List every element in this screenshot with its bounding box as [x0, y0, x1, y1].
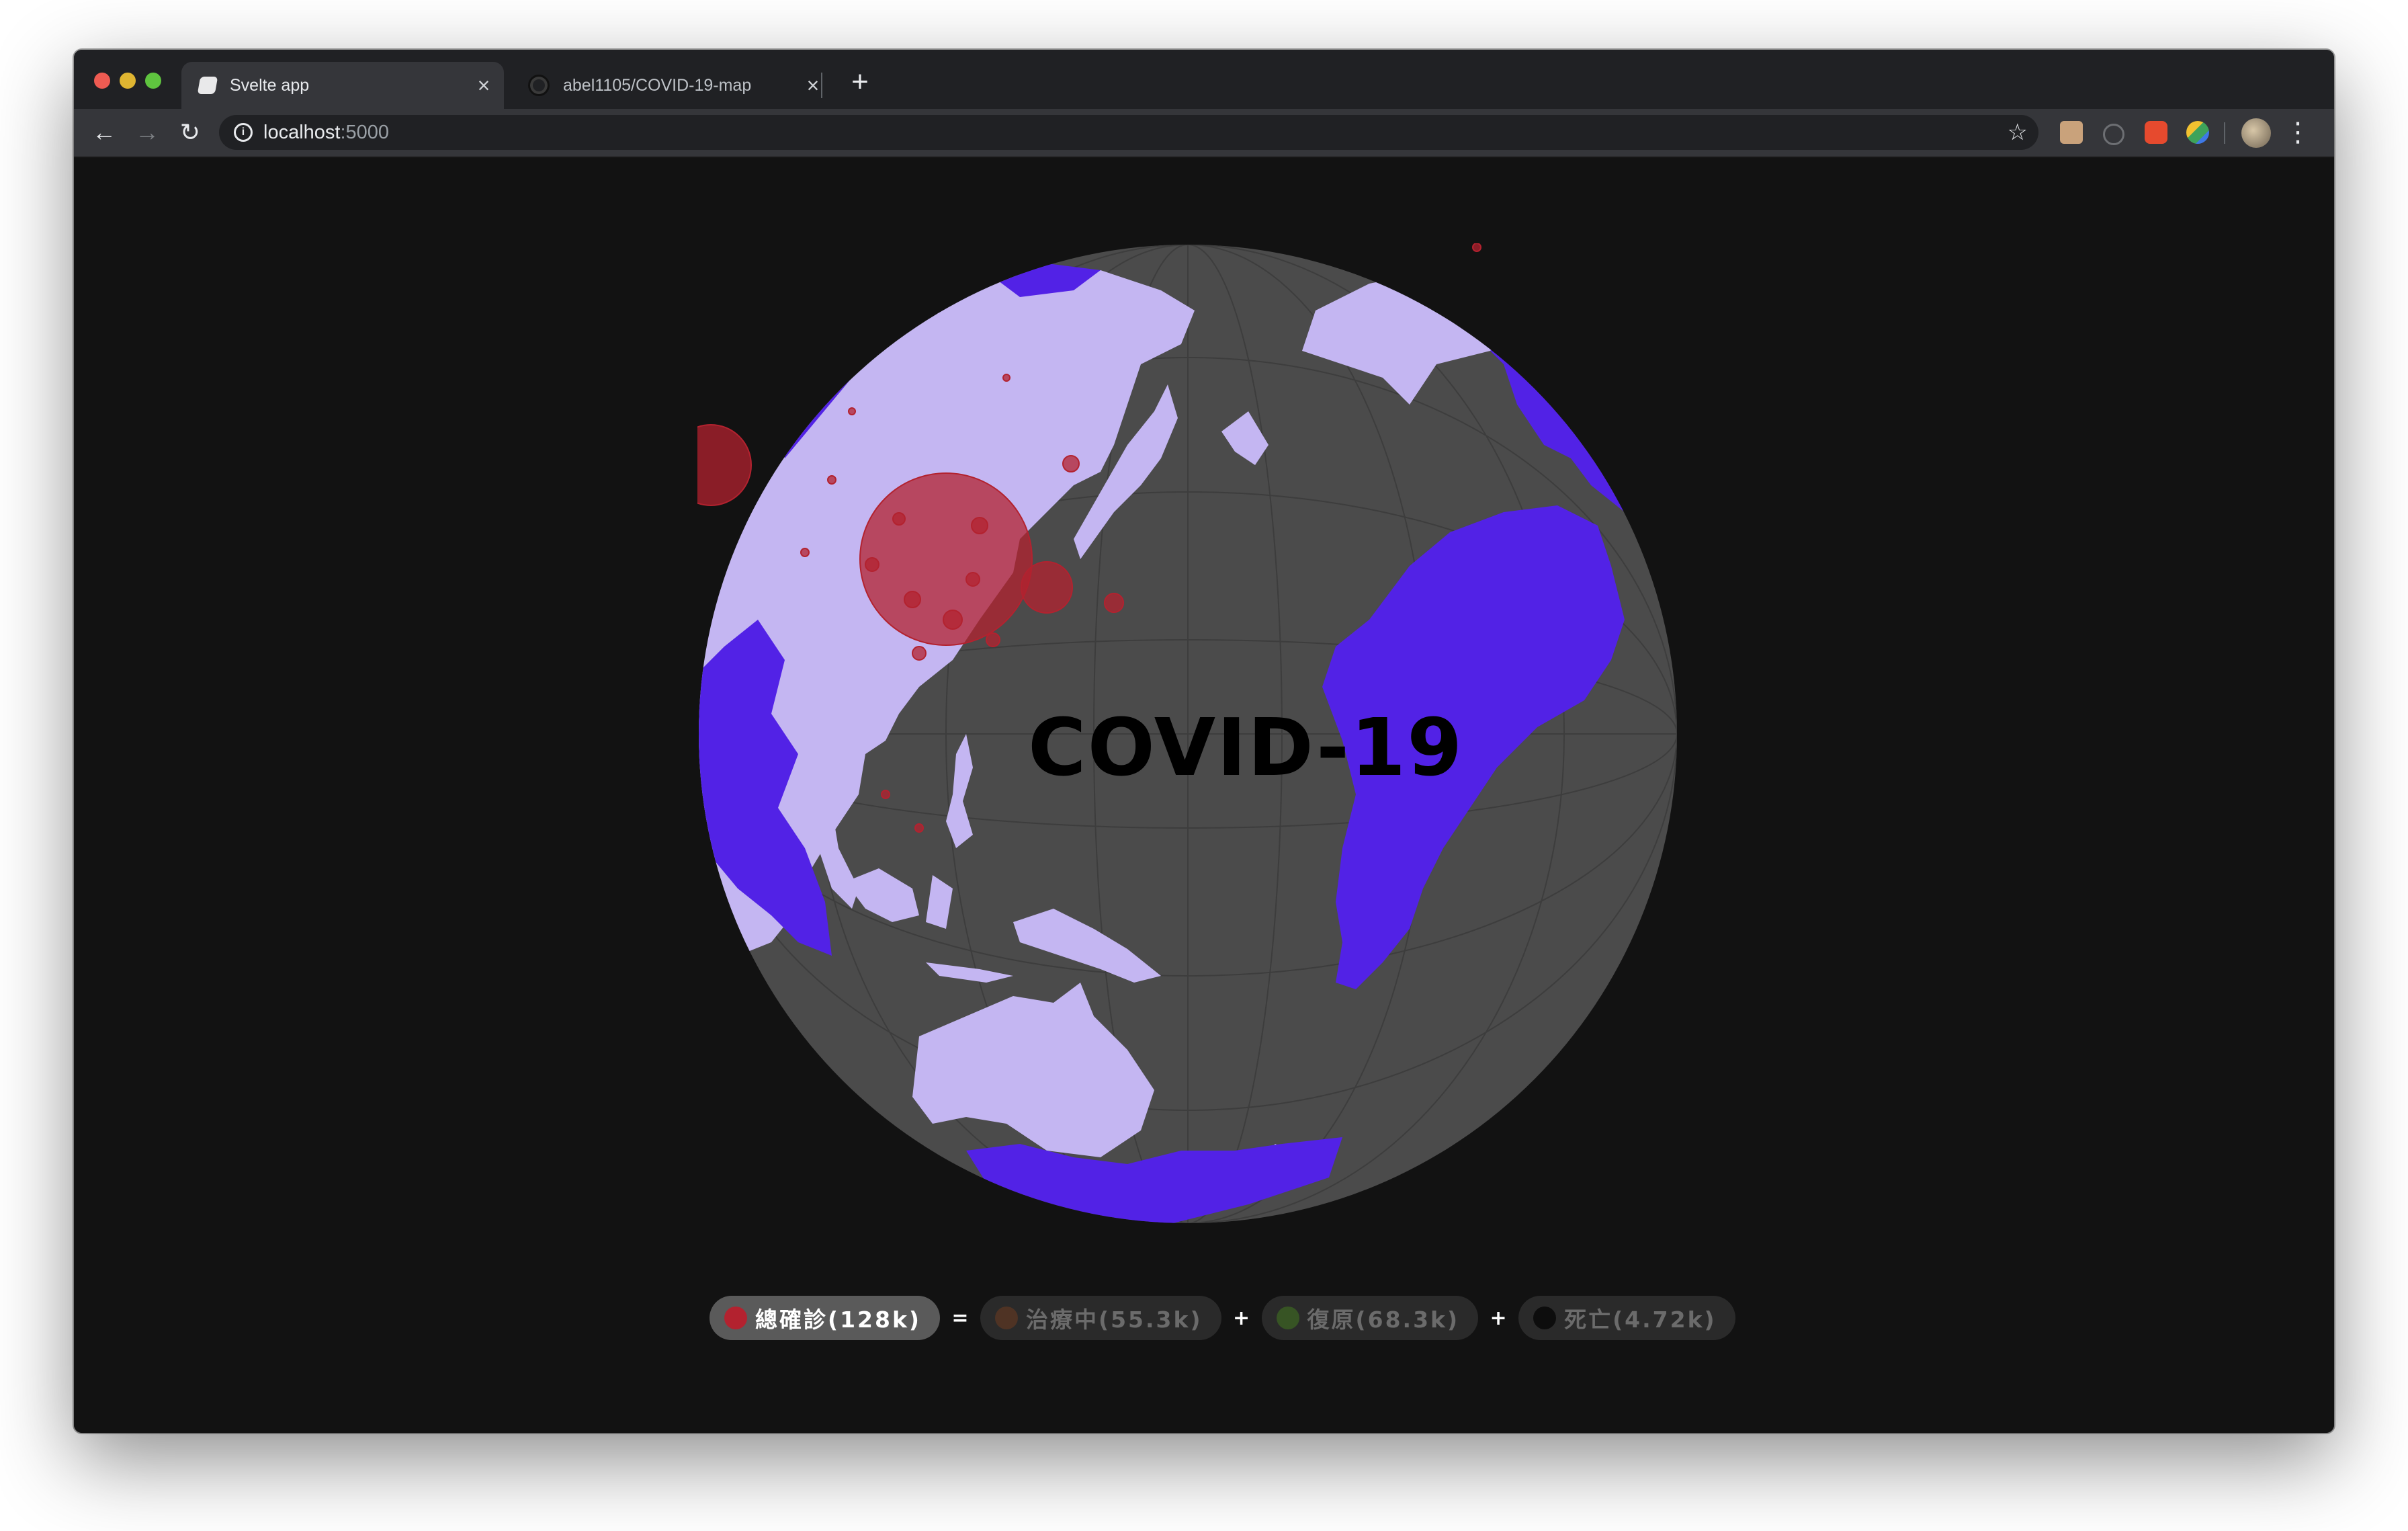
tab-github-repo[interactable]: abel1105/COVID-19-map × [511, 62, 833, 109]
case-bubble-dot[interactable] [827, 475, 836, 485]
legend-operator: + [1232, 1306, 1250, 1330]
extension-face-icon[interactable] [2060, 121, 2083, 144]
case-bubble-dot[interactable] [848, 407, 856, 415]
case-bubble-dot[interactable] [965, 572, 980, 587]
legend-label: 復原(68.3k) [1307, 1307, 1460, 1333]
browser-toolbar: ← → ↻ i localhost:5000 ☆ ⋮ [74, 109, 2334, 157]
case-bubble-dot[interactable] [904, 591, 921, 608]
close-window-button[interactable] [94, 73, 110, 89]
extension-info-icon[interactable] [2103, 124, 2124, 145]
bookmark-star-icon[interactable]: ☆ [2008, 119, 2028, 146]
legend-active-cases[interactable]: 治療中(55.3k) [980, 1296, 1221, 1340]
address-bar[interactable]: i localhost:5000 ☆ [219, 115, 2038, 150]
legend-operator: + [1490, 1306, 1507, 1330]
page-headline: COVID-19 [1028, 701, 1464, 794]
tab-divider [821, 73, 822, 98]
legend-dot [995, 1307, 1018, 1329]
close-tab-icon[interactable]: × [470, 73, 497, 98]
svelte-favicon-icon [197, 77, 218, 94]
more-menu-icon[interactable]: ⋮ [2284, 116, 2311, 149]
case-bubble-dot[interactable] [1062, 455, 1080, 472]
case-bubble-dot[interactable] [800, 548, 810, 557]
legend-dot [724, 1307, 747, 1329]
site-info-icon[interactable]: i [234, 123, 253, 142]
tab-title: abel1105/COVID-19-map [563, 75, 752, 95]
url-host: localhost [263, 121, 341, 143]
new-tab-button[interactable]: + [840, 62, 880, 102]
maximize-window-button[interactable] [145, 73, 161, 89]
case-bubble-dot[interactable] [986, 632, 1000, 647]
legend-label: 總確診(128k) [755, 1307, 921, 1333]
legend-deaths[interactable]: 死亡(4.72k) [1518, 1296, 1735, 1340]
legend-recovered[interactable]: 復原(68.3k) [1261, 1296, 1479, 1340]
reload-icon[interactable]: ↻ [175, 117, 206, 148]
case-bubble-korea[interactable] [1021, 561, 1073, 614]
case-bubble-europe[interactable] [697, 424, 752, 506]
case-bubble-dot[interactable] [1002, 374, 1010, 382]
legend-dot [1276, 1307, 1299, 1329]
url-port: :5000 [340, 121, 390, 143]
case-bubble-dot[interactable] [943, 610, 963, 630]
case-bubble-dot[interactable] [1472, 243, 1481, 252]
tab-svelte-app[interactable]: Svelte app × [181, 62, 504, 109]
page-content: COVID-19 總確診(128k) = 治療中(55.3k) + 復原(68.… [74, 157, 2334, 1433]
case-bubble-dot[interactable] [881, 790, 890, 799]
legend-label: 死亡(4.72k) [1564, 1307, 1717, 1333]
extension-color-icon[interactable] [2186, 121, 2209, 144]
minimize-window-button[interactable] [120, 73, 136, 89]
legend-total-confirmed[interactable]: 總確診(128k) [710, 1296, 940, 1340]
toolbar-divider [2224, 122, 2225, 144]
browser-window: Svelte app × abel1105/COVID-19-map × + ←… [74, 50, 2334, 1433]
case-bubble-japan[interactable] [1104, 593, 1124, 613]
legend-operator: = [951, 1306, 969, 1330]
svelte-devtools-extension-icon[interactable] [2145, 121, 2167, 144]
case-bubble-dot[interactable] [912, 646, 927, 661]
case-bubble-dot[interactable] [892, 512, 906, 526]
case-bubble-dot[interactable] [971, 517, 988, 534]
profile-avatar[interactable] [2241, 118, 2271, 148]
tab-title: Svelte app [230, 75, 310, 95]
forward-arrow-icon[interactable]: → [132, 117, 163, 148]
github-favicon-icon [528, 75, 550, 96]
back-arrow-icon[interactable]: ← [89, 117, 120, 148]
case-legend: 總確診(128k) = 治療中(55.3k) + 復原(68.3k) + 死亡(… [710, 1296, 1735, 1340]
case-bubble-dot[interactable] [914, 823, 924, 833]
case-bubble-dot[interactable] [865, 557, 879, 572]
close-tab-icon[interactable]: × [800, 73, 826, 98]
legend-label: 治療中(55.3k) [1026, 1307, 1203, 1333]
tab-strip: Svelte app × abel1105/COVID-19-map × + [74, 50, 2334, 109]
legend-dot [1533, 1307, 1557, 1329]
